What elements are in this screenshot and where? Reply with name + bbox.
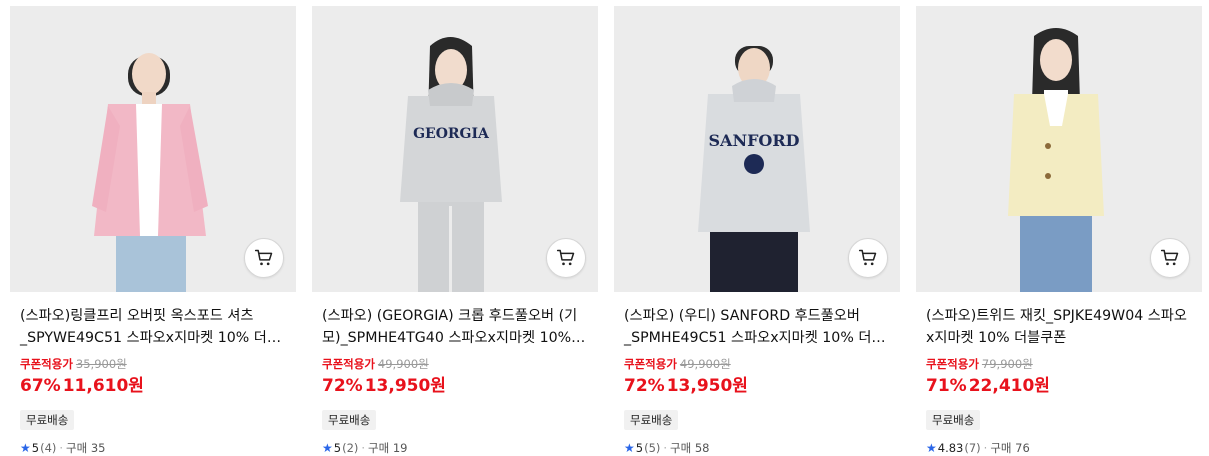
original-price: 49,900원 <box>377 357 429 371</box>
sale-price: 13,950원 <box>364 376 446 396</box>
separator: · <box>361 441 366 455</box>
review-count: (5) <box>644 441 661 455</box>
product-image[interactable] <box>10 6 296 292</box>
price-row: 71% 22,410원 <box>916 374 1202 398</box>
add-to-cart-button[interactable] <box>546 238 586 278</box>
rating-value: 5 <box>635 441 644 455</box>
free-shipping-badge: 무료배송 <box>624 410 679 430</box>
discount-rate: 71% <box>926 376 967 396</box>
add-to-cart-button[interactable] <box>848 238 888 278</box>
coupon-label: 쿠폰적용가 <box>322 357 375 371</box>
sale-price: 11,610원 <box>62 376 144 396</box>
review-row: ★ 5 (2) · 구매 19 <box>312 440 598 456</box>
price-row: 72% 13,950원 <box>312 374 598 398</box>
star-icon: ★ <box>20 441 31 455</box>
coupon-price-row: 쿠폰적용가 35,900원 <box>10 356 296 372</box>
rating-value: 5 <box>31 441 40 455</box>
cart-icon <box>858 249 877 266</box>
product-title[interactable]: (스파오)트위드 재킷_SPJKE49W04 스파오x지마켓 10% 더블쿠폰 <box>916 305 1202 349</box>
cart-icon <box>556 249 575 266</box>
star-icon: ★ <box>624 441 635 455</box>
coupon-price-row: 쿠폰적용가 49,900원 <box>614 356 900 372</box>
star-icon: ★ <box>926 441 937 455</box>
free-shipping-badge: 무료배송 <box>926 410 981 430</box>
product-grid: (스파오)링클프리 오버핏 옥스포드 셔츠 _SPYWE49C51 스파오x지마… <box>0 0 1209 455</box>
star-icon: ★ <box>322 441 333 455</box>
coupon-price-row: 쿠폰적용가 49,900원 <box>312 356 598 372</box>
sale-price: 22,410원 <box>968 376 1050 396</box>
product-title[interactable]: (스파오) (GEORGIA) 크롭 후드풀오버 (기모)_SPMHE4TG40… <box>312 305 598 349</box>
review-row: ★ 5 (4) · 구매 35 <box>10 440 296 456</box>
purchase-count: 구매 19 <box>368 441 408 455</box>
review-row: ★ 5 (5) · 구매 58 <box>614 440 900 456</box>
product-image[interactable]: SANFORD <box>614 6 900 292</box>
coupon-label: 쿠폰적용가 <box>926 357 979 371</box>
product-title[interactable]: (스파오) (우디) SANFORD 후드풀오버 _SPMHE49C51 스파오… <box>614 305 900 349</box>
separator: · <box>663 441 668 455</box>
price-row: 67% 11,610원 <box>10 374 296 398</box>
coupon-label: 쿠폰적용가 <box>20 357 73 371</box>
add-to-cart-button[interactable] <box>1150 238 1190 278</box>
cart-icon <box>254 249 273 266</box>
review-count: (7) <box>964 441 981 455</box>
free-shipping-badge: 무료배송 <box>322 410 377 430</box>
original-price: 35,900원 <box>75 357 127 371</box>
product-image[interactable] <box>916 6 1202 292</box>
coupon-label: 쿠폰적용가 <box>624 357 677 371</box>
purchase-count: 구매 76 <box>990 441 1030 455</box>
rating-value: 4.83 <box>937 441 964 455</box>
cart-icon <box>1160 249 1179 266</box>
add-to-cart-button[interactable] <box>244 238 284 278</box>
original-price: 79,900원 <box>981 357 1033 371</box>
product-card[interactable]: (스파오)트위드 재킷_SPJKE49W04 스파오x지마켓 10% 더블쿠폰 … <box>916 6 1202 456</box>
separator: · <box>59 441 64 455</box>
purchase-count: 구매 58 <box>670 441 710 455</box>
rating-value: 5 <box>333 441 342 455</box>
separator: · <box>983 441 988 455</box>
discount-rate: 72% <box>322 376 363 396</box>
review-count: (4) <box>40 441 57 455</box>
discount-rate: 72% <box>624 376 665 396</box>
review-row: ★ 4.83 (7) · 구매 76 <box>916 440 1202 456</box>
review-count: (2) <box>342 441 359 455</box>
svg-text:SANFORD: SANFORD <box>708 131 799 150</box>
svg-text:GEORGIA: GEORGIA <box>413 126 490 142</box>
discount-rate: 67% <box>20 376 61 396</box>
product-card[interactable]: (스파오)링클프리 오버핏 옥스포드 셔츠 _SPYWE49C51 스파오x지마… <box>10 6 296 456</box>
sale-price: 13,950원 <box>666 376 748 396</box>
purchase-count: 구매 35 <box>66 441 106 455</box>
product-card[interactable]: SANFORD (스파오) (우디) SANFORD 후드풀오버 _SPMHE4… <box>614 6 900 456</box>
free-shipping-badge: 무료배송 <box>20 410 75 430</box>
price-row: 72% 13,950원 <box>614 374 900 398</box>
coupon-price-row: 쿠폰적용가 79,900원 <box>916 356 1202 372</box>
product-image[interactable]: GEORGIA <box>312 6 598 292</box>
product-title[interactable]: (스파오)링클프리 오버핏 옥스포드 셔츠 _SPYWE49C51 스파오x지마… <box>10 305 296 349</box>
product-card[interactable]: GEORGIA (스파오) (GEORGIA) 크롭 후드풀오버 (기모)_SP… <box>312 6 598 456</box>
original-price: 49,900원 <box>679 357 731 371</box>
